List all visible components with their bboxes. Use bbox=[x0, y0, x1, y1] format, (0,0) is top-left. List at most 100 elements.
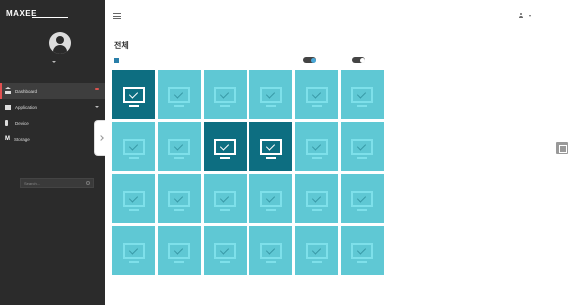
monitor-stand bbox=[311, 105, 322, 107]
monitor-stand bbox=[128, 157, 139, 159]
monitor-icon bbox=[122, 87, 145, 103]
monitor-stand bbox=[220, 105, 231, 107]
monitor-icon bbox=[351, 243, 374, 259]
sidebar-item-label: Storage bbox=[14, 136, 30, 142]
monitor-icon bbox=[214, 243, 237, 259]
monitor-stand bbox=[174, 261, 185, 263]
monitor-icon bbox=[122, 243, 145, 259]
m-icon: M bbox=[5, 136, 10, 142]
sidebar-item-device[interactable]: Device bbox=[0, 115, 105, 131]
monitor-stand bbox=[265, 105, 276, 107]
monitor-stand bbox=[220, 209, 231, 211]
device-tile[interactable] bbox=[295, 70, 339, 119]
monitor-icon bbox=[214, 191, 237, 207]
sidebar-item-application[interactable]: Application bbox=[0, 99, 105, 115]
monitor-icon bbox=[305, 191, 328, 207]
sidebar-user-menu[interactable] bbox=[0, 59, 105, 64]
toggle-switch-2[interactable] bbox=[352, 57, 365, 63]
sidebar-item-storage[interactable]: M Storage bbox=[0, 131, 105, 147]
monitor-icon bbox=[305, 139, 328, 155]
device-tile[interactable] bbox=[249, 174, 293, 223]
monitor-stand bbox=[311, 261, 322, 263]
device-tile[interactable] bbox=[295, 122, 339, 171]
monitor-icon bbox=[214, 139, 237, 155]
sidebar-collapse-toggle[interactable] bbox=[94, 120, 105, 156]
monitor-stand bbox=[265, 209, 276, 211]
monitor-icon bbox=[305, 87, 328, 103]
monitor-icon bbox=[168, 87, 191, 103]
device-tile[interactable] bbox=[112, 122, 155, 171]
device-tile[interactable] bbox=[340, 70, 384, 119]
sidebar-item-label: Dashboard bbox=[15, 88, 38, 94]
monitor-icon bbox=[259, 139, 282, 155]
device-tile[interactable] bbox=[295, 174, 339, 223]
monitor-icon bbox=[259, 243, 282, 259]
sidebar-item-label: Application bbox=[15, 104, 38, 110]
chevron-down-icon bbox=[529, 14, 531, 17]
monitor-stand bbox=[220, 157, 231, 159]
monitor-icon bbox=[122, 139, 145, 155]
monitor-stand bbox=[174, 157, 185, 159]
device-tile[interactable] bbox=[157, 226, 201, 275]
monitor-icon bbox=[259, 191, 282, 207]
app-icon bbox=[5, 104, 11, 110]
device-tile[interactable] bbox=[340, 122, 384, 171]
monitor-stand bbox=[311, 157, 322, 159]
monitor-stand bbox=[220, 261, 231, 263]
monitor-stand bbox=[128, 105, 139, 107]
monitor-icon bbox=[351, 139, 374, 155]
avatar[interactable] bbox=[49, 32, 71, 54]
device-tile[interactable] bbox=[112, 226, 155, 275]
device-tile[interactable] bbox=[340, 174, 384, 223]
device-tile[interactable] bbox=[112, 174, 155, 223]
device-tile[interactable] bbox=[249, 226, 293, 275]
search-placeholder: Search... bbox=[24, 180, 41, 186]
device-tile[interactable] bbox=[203, 226, 247, 275]
device-tile[interactable] bbox=[249, 70, 293, 119]
monitor-stand bbox=[265, 261, 276, 263]
float-action-button[interactable] bbox=[556, 142, 568, 154]
toggle-group-1 bbox=[300, 57, 316, 63]
monitor-icon bbox=[168, 243, 191, 259]
monitor-stand bbox=[128, 261, 139, 263]
monitor-icon bbox=[259, 87, 282, 103]
monitor-stand bbox=[357, 105, 368, 107]
user-icon bbox=[519, 13, 523, 18]
phone-icon bbox=[5, 120, 8, 126]
header-user-menu[interactable] bbox=[519, 13, 531, 18]
device-tile[interactable] bbox=[157, 174, 201, 223]
monitor-stand bbox=[174, 209, 185, 211]
sidebar: MAXEE Dashboard Application Device M Sto… bbox=[0, 0, 105, 305]
home-icon bbox=[5, 86, 11, 94]
menu-icon[interactable] bbox=[113, 13, 121, 19]
device-tile[interactable] bbox=[203, 174, 247, 223]
monitor-stand bbox=[357, 157, 368, 159]
toggle-group-2 bbox=[349, 57, 365, 63]
sidebar-nav: Dashboard Application Device M Storage bbox=[0, 83, 105, 147]
monitor-stand bbox=[265, 157, 276, 159]
monitor-stand bbox=[311, 209, 322, 211]
monitor-stand bbox=[357, 209, 368, 211]
monitor-stand bbox=[357, 261, 368, 263]
sidebar-search-input[interactable]: Search... bbox=[20, 178, 94, 188]
select-all[interactable] bbox=[114, 58, 122, 63]
device-tile[interactable] bbox=[249, 122, 293, 171]
device-tile[interactable] bbox=[340, 226, 384, 275]
device-tile[interactable] bbox=[157, 122, 201, 171]
device-tile[interactable] bbox=[203, 70, 247, 119]
monitor-icon bbox=[351, 191, 374, 207]
monitor-icon bbox=[168, 139, 191, 155]
monitor-stand bbox=[128, 209, 139, 211]
device-tile[interactable] bbox=[295, 226, 339, 275]
monitor-icon bbox=[122, 191, 145, 207]
device-tile[interactable] bbox=[157, 70, 201, 119]
sidebar-item-dashboard[interactable]: Dashboard bbox=[0, 83, 105, 99]
device-tile[interactable] bbox=[112, 70, 155, 119]
status-badge bbox=[95, 88, 99, 90]
select-all-checkbox[interactable] bbox=[114, 58, 119, 63]
monitor-icon bbox=[168, 191, 191, 207]
toggle-switch-1[interactable] bbox=[303, 57, 316, 63]
sidebar-item-label: Device bbox=[15, 120, 29, 126]
monitor-icon bbox=[214, 87, 237, 103]
device-tile[interactable] bbox=[203, 122, 247, 171]
